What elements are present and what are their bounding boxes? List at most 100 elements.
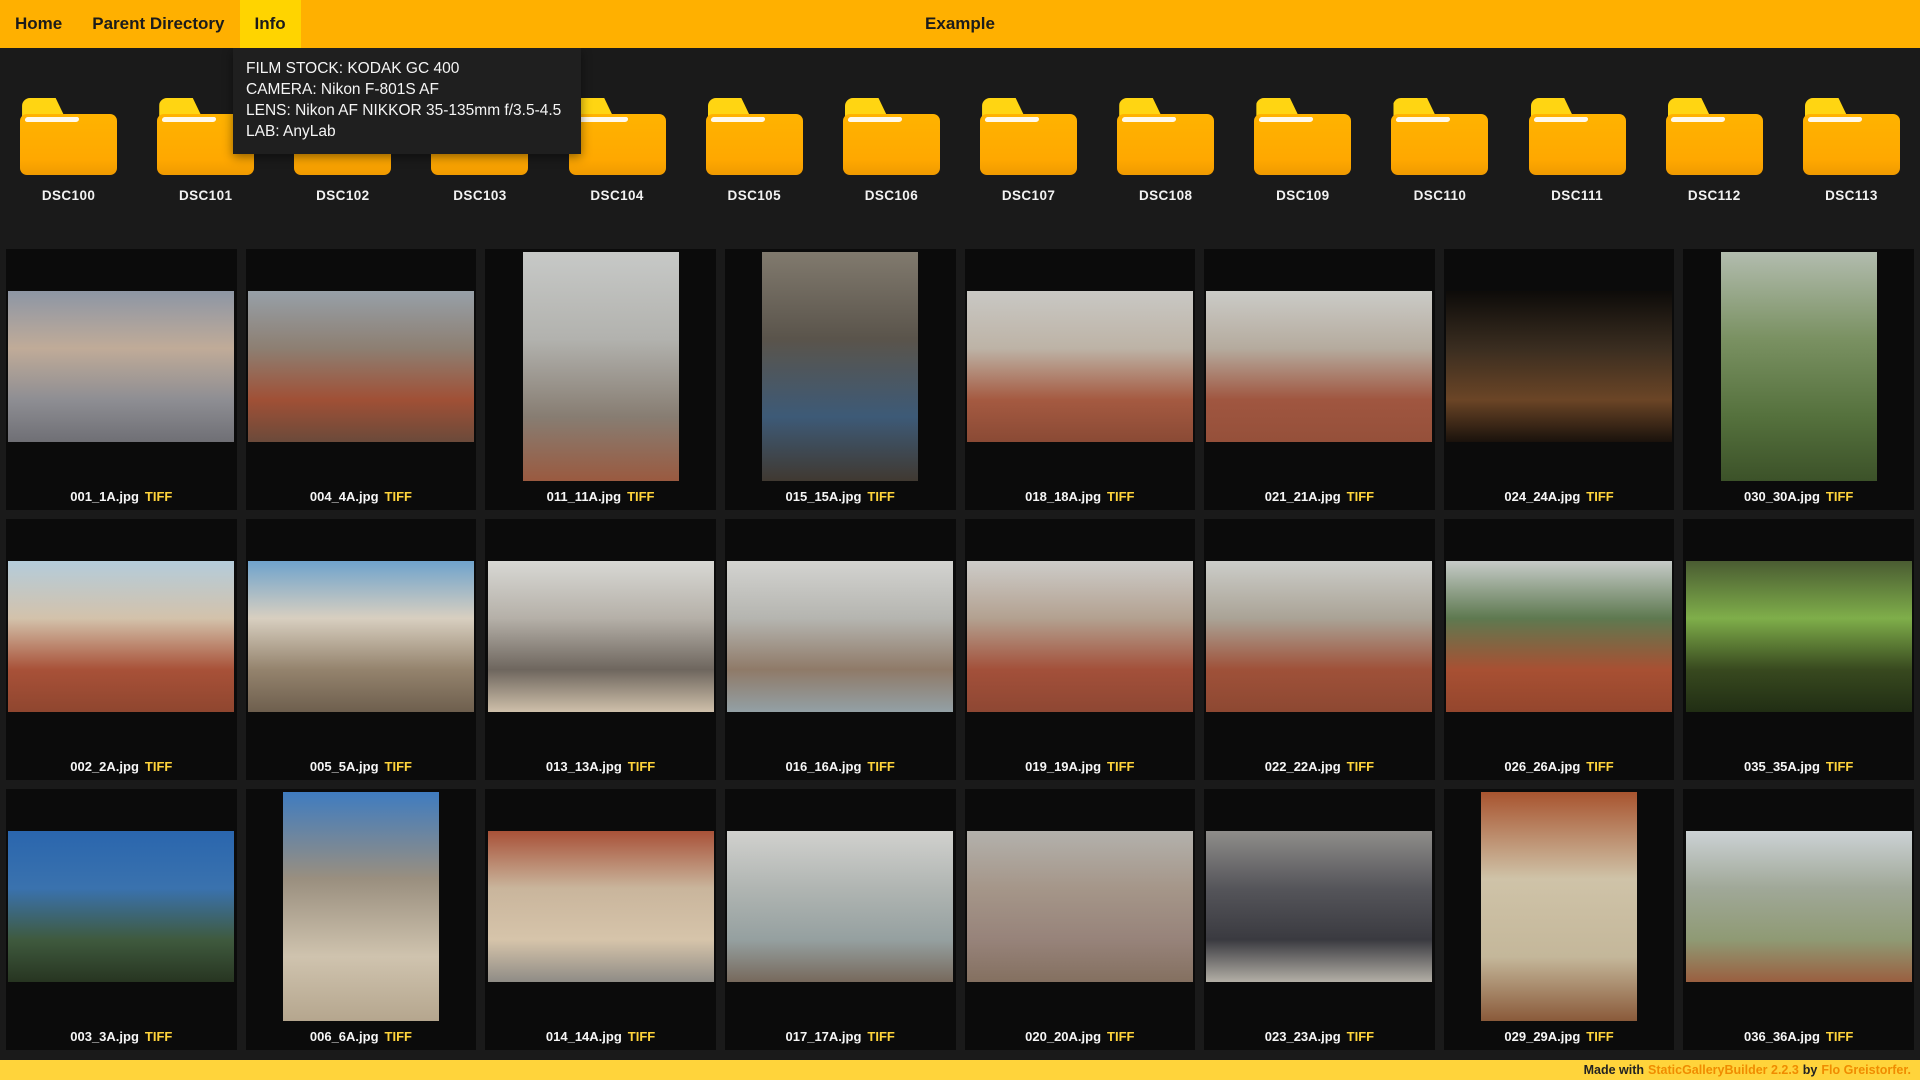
photo-thumbnail[interactable] [488, 561, 714, 712]
photo-thumbnail[interactable] [1206, 831, 1432, 982]
photo-thumbnail[interactable] [967, 561, 1193, 712]
gallery-tile-029-29a-jpg[interactable]: 029_29A.jpg TIFF [1444, 789, 1675, 1050]
gallery-tile-018-18a-jpg[interactable]: 018_18A.jpg TIFF [965, 249, 1196, 510]
gallery-tile-020-20a-jpg[interactable]: 020_20A.jpg TIFF [965, 789, 1196, 1050]
photo-thumbnail[interactable] [488, 831, 714, 982]
gallery-tile-005-5a-jpg[interactable]: 005_5A.jpg TIFF [246, 519, 477, 780]
gallery-tile-019-19a-jpg[interactable]: 019_19A.jpg TIFF [965, 519, 1196, 780]
photo-thumbnail[interactable] [1206, 291, 1432, 442]
tiff-link[interactable]: TIFF [1826, 759, 1853, 774]
photo-filename: 016_16A.jpg [786, 759, 862, 774]
folder-highlight [985, 117, 1040, 122]
gallery-tile-022-22a-jpg[interactable]: 022_22A.jpg TIFF [1204, 519, 1435, 780]
thumbnail-zone [246, 249, 477, 483]
tiff-link[interactable]: TIFF [385, 759, 412, 774]
photo-thumbnail[interactable] [1481, 792, 1637, 1021]
folder-item-dsc108[interactable]: DSC108 [1097, 98, 1234, 203]
folder-item-dsc112[interactable]: DSC112 [1646, 98, 1783, 203]
nav-item-home[interactable]: Home [0, 0, 77, 48]
gallery-tile-016-16a-jpg[interactable]: 016_16A.jpg TIFF [725, 519, 956, 780]
tiff-link[interactable]: TIFF [1347, 1029, 1374, 1044]
photo-thumbnail[interactable] [8, 291, 234, 442]
gallery-tile-011-11a-jpg[interactable]: 011_11A.jpg TIFF [485, 249, 716, 510]
gallery-tile-004-4a-jpg[interactable]: 004_4A.jpg TIFF [246, 249, 477, 510]
photo-thumbnail[interactable] [1206, 561, 1432, 712]
gallery-tile-013-13a-jpg[interactable]: 013_13A.jpg TIFF [485, 519, 716, 780]
photo-thumbnail[interactable] [1446, 561, 1672, 712]
tiff-link[interactable]: TIFF [628, 1029, 655, 1044]
photo-thumbnail[interactable] [762, 252, 918, 481]
nav-item-info[interactable]: Info [240, 0, 301, 48]
gallery-tile-014-14a-jpg[interactable]: 014_14A.jpg TIFF [485, 789, 716, 1050]
photo-thumbnail[interactable] [1686, 561, 1912, 712]
folder-body-shape [20, 114, 117, 175]
tiff-link[interactable]: TIFF [1107, 489, 1134, 504]
tiff-link[interactable]: TIFF [1107, 1029, 1134, 1044]
tiff-link[interactable]: TIFF [628, 759, 655, 774]
folder-body-shape [1254, 114, 1351, 175]
folder-item-dsc105[interactable]: DSC105 [686, 98, 823, 203]
tiff-link[interactable]: TIFF [1347, 759, 1374, 774]
photo-thumbnail[interactable] [283, 792, 439, 1021]
tiff-link[interactable]: TIFF [1586, 1029, 1613, 1044]
gallery-tile-017-17a-jpg[interactable]: 017_17A.jpg TIFF [725, 789, 956, 1050]
gallery-tile-021-21a-jpg[interactable]: 021_21A.jpg TIFF [1204, 249, 1435, 510]
photo-thumbnail[interactable] [967, 831, 1193, 982]
tiff-link[interactable]: TIFF [1586, 759, 1613, 774]
tiff-link[interactable]: TIFF [145, 489, 172, 504]
folder-item-dsc106[interactable]: DSC106 [823, 98, 960, 203]
gallery-tile-036-36a-jpg[interactable]: 036_36A.jpg TIFF [1683, 789, 1914, 1050]
photo-thumbnail[interactable] [1686, 831, 1912, 982]
gallery-tile-003-3a-jpg[interactable]: 003_3A.jpg TIFF [6, 789, 237, 1050]
tiff-link[interactable]: TIFF [867, 759, 894, 774]
gallery-tile-030-30a-jpg[interactable]: 030_30A.jpg TIFF [1683, 249, 1914, 510]
gallery-tile-015-15a-jpg[interactable]: 015_15A.jpg TIFF [725, 249, 956, 510]
gallery-tile-035-35a-jpg[interactable]: 035_35A.jpg TIFF [1683, 519, 1914, 780]
folder-item-dsc110[interactable]: DSC110 [1371, 98, 1508, 203]
gallery-tile-006-6a-jpg[interactable]: 006_6A.jpg TIFF [246, 789, 477, 1050]
photo-thumbnail[interactable] [727, 831, 953, 982]
author-link[interactable]: Flo Greistorfer. [1821, 1063, 1911, 1077]
tiff-link[interactable]: TIFF [627, 489, 654, 504]
photo-thumbnail[interactable] [248, 561, 474, 712]
tiff-link[interactable]: TIFF [1586, 489, 1613, 504]
tiff-link[interactable]: TIFF [145, 1029, 172, 1044]
folder-label: DSC101 [179, 188, 232, 203]
photo-thumbnail[interactable] [523, 252, 679, 481]
photo-thumbnail[interactable] [727, 561, 953, 712]
tile-label: 022_22A.jpg TIFF [1204, 753, 1435, 780]
photo-filename: 013_13A.jpg [546, 759, 622, 774]
gallery-tile-026-26a-jpg[interactable]: 026_26A.jpg TIFF [1444, 519, 1675, 780]
gallery-tile-001-1a-jpg[interactable]: 001_1A.jpg TIFF [6, 249, 237, 510]
tiff-link[interactable]: TIFF [1826, 489, 1853, 504]
folder-item-dsc107[interactable]: DSC107 [960, 98, 1097, 203]
folder-item-dsc100[interactable]: DSC100 [0, 98, 137, 203]
folder-item-dsc111[interactable]: DSC111 [1509, 98, 1646, 203]
tile-label: 026_26A.jpg TIFF [1444, 753, 1675, 780]
photo-thumbnail[interactable] [8, 561, 234, 712]
photo-thumbnail[interactable] [1721, 252, 1877, 481]
tiff-link[interactable]: TIFF [867, 489, 894, 504]
tiff-link[interactable]: TIFF [385, 489, 412, 504]
nav-item-parent-directory[interactable]: Parent Directory [77, 0, 239, 48]
photo-thumbnail[interactable] [248, 291, 474, 442]
photo-thumbnail[interactable] [1446, 291, 1672, 442]
builder-link[interactable]: StaticGalleryBuilder 2.2.3 [1648, 1063, 1799, 1077]
tiff-link[interactable]: TIFF [145, 759, 172, 774]
gallery-tile-002-2a-jpg[interactable]: 002_2A.jpg TIFF [6, 519, 237, 780]
tile-label: 014_14A.jpg TIFF [485, 1023, 716, 1050]
thumbnail-zone [725, 519, 956, 753]
folder-item-dsc113[interactable]: DSC113 [1783, 98, 1920, 203]
photo-thumbnail[interactable] [8, 831, 234, 982]
tiff-link[interactable]: TIFF [867, 1029, 894, 1044]
tiff-link[interactable]: TIFF [1826, 1029, 1853, 1044]
folder-body-shape [980, 114, 1077, 175]
folder-item-dsc109[interactable]: DSC109 [1234, 98, 1371, 203]
photo-thumbnail[interactable] [967, 291, 1193, 442]
gallery-tile-023-23a-jpg[interactable]: 023_23A.jpg TIFF [1204, 789, 1435, 1050]
tiff-link[interactable]: TIFF [385, 1029, 412, 1044]
top-nav: Home Parent Directory Info Example [0, 0, 1920, 48]
gallery-tile-024-24a-jpg[interactable]: 024_24A.jpg TIFF [1444, 249, 1675, 510]
tiff-link[interactable]: TIFF [1347, 489, 1374, 504]
tiff-link[interactable]: TIFF [1107, 759, 1134, 774]
